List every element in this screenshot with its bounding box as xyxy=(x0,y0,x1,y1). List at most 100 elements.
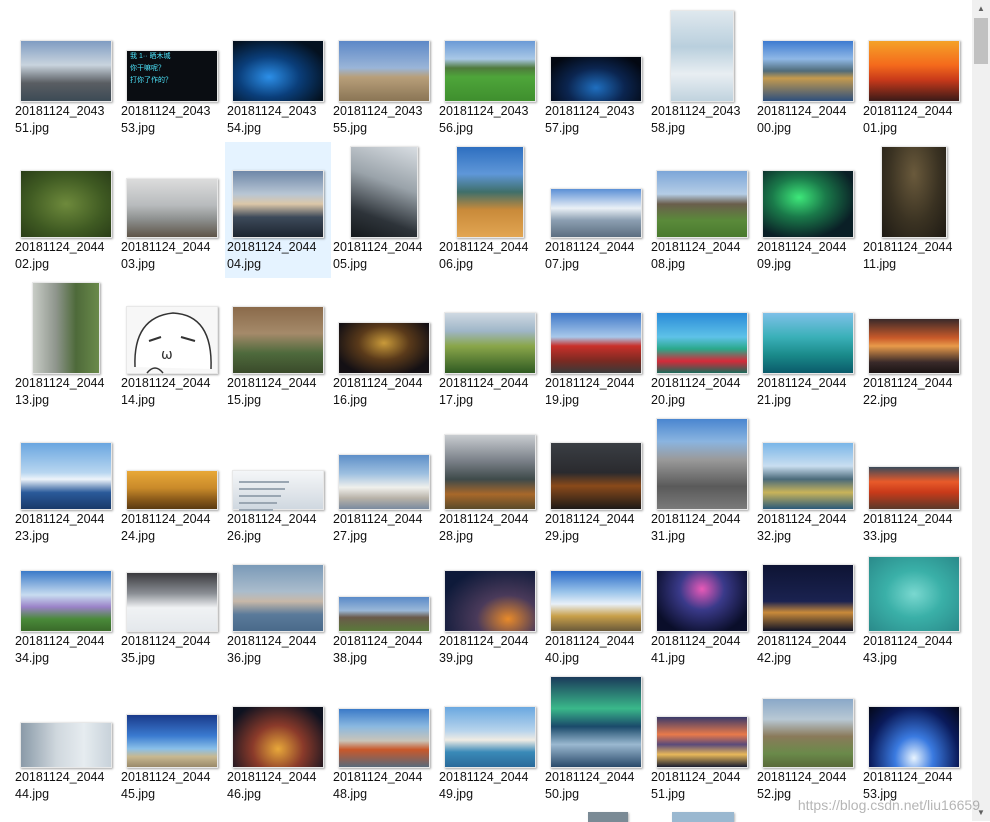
file-item[interactable]: 20181124_2044 02.jpg xyxy=(13,142,119,278)
file-item[interactable]: 20181124_2044 41.jpg xyxy=(649,536,755,672)
file-item[interactable]: 20181124_2044 21.jpg xyxy=(755,278,861,414)
file-name-line: 43.jpg xyxy=(863,651,898,665)
file-item[interactable]: 20181124_2044 23.jpg xyxy=(13,414,119,550)
file-item[interactable]: 20181124_2044 50.jpg xyxy=(543,672,649,808)
file-name: 20181124_2044 46.jpg xyxy=(227,769,329,803)
file-item[interactable]: 20181124_2044 19.jpg xyxy=(543,278,649,414)
file-item[interactable]: 20181124_2044 52.jpg xyxy=(755,672,861,808)
file-item[interactable]: 20181124_2043 57.jpg xyxy=(543,6,649,142)
file-name-line: 20181124_2044 xyxy=(651,376,741,390)
file-grid: 20181124_2043 51.jpg 我 1·· 晒木城 你干嘛呢？ 打你了作的？ 2… xyxy=(0,0,972,821)
file-name-line: 50.jpg xyxy=(545,787,580,801)
file-item[interactable]: 20181124_2044 03.jpg xyxy=(119,142,225,278)
file-name: 20181124_2044 21.jpg xyxy=(757,375,859,409)
thumbnail-frame xyxy=(444,414,536,510)
file-item[interactable]: 20181124_2044 08.jpg xyxy=(649,142,755,278)
thumbnail-image xyxy=(762,564,854,632)
file-item[interactable]: 20181124_2044 05.jpg xyxy=(331,142,437,278)
file-name-line: 05.jpg xyxy=(333,257,368,271)
thumbnail-image xyxy=(338,596,430,632)
file-item[interactable]: 20181124_2044 38.jpg xyxy=(331,536,437,672)
file-name: 20181124_2044 40.jpg xyxy=(545,633,647,667)
file-item[interactable]: 20181124_2044 36.jpg xyxy=(225,536,331,672)
file-item[interactable]: 20181124_2044 13.jpg xyxy=(13,278,119,414)
file-item[interactable]: 20181124_2044 16.jpg xyxy=(331,278,437,414)
file-item[interactable]: 我 1·· 晒木城 你干嘛呢？ 打你了作的？ 20181124_2043 53.jpg xyxy=(119,6,225,142)
file-item[interactable]: 20181124_2044 49.jpg xyxy=(437,672,543,808)
file-item[interactable]: 20181124_2044 00.jpg xyxy=(755,6,861,142)
file-name-line: 20181124_2043 xyxy=(227,104,317,118)
file-item[interactable]: 20181124_2044 31.jpg xyxy=(649,414,755,550)
file-item[interactable]: 20181124_2044 28.jpg xyxy=(437,414,543,550)
thumbnail-frame xyxy=(762,414,854,510)
file-item[interactable]: 20181124_2043 55.jpg xyxy=(331,6,437,142)
file-name-line: 34.jpg xyxy=(15,651,50,665)
thumbnail-image xyxy=(338,454,430,510)
scroll-up-arrow-icon[interactable]: ▲ xyxy=(972,0,990,17)
thumbnail-image xyxy=(126,178,218,238)
file-item[interactable]: 20181124_2044 51.jpg xyxy=(649,672,755,808)
file-item[interactable]: 20181124_2044 06.jpg xyxy=(437,142,543,278)
file-name-line: 11.jpg xyxy=(863,257,897,271)
file-item[interactable]: 20181124_2043 58.jpg xyxy=(649,6,755,142)
file-name: 20181124_2044 49.jpg xyxy=(439,769,541,803)
file-item[interactable]: 20181124_2044 53.jpg xyxy=(861,672,967,808)
file-item[interactable]: 20181124_2044 48.jpg xyxy=(331,672,437,808)
file-item[interactable]: 20181124_2044 45.jpg xyxy=(119,672,225,808)
file-item[interactable]: 20181124_2044 32.jpg xyxy=(755,414,861,550)
file-item[interactable]: 20181124_2044 24.jpg xyxy=(119,414,225,550)
vertical-scrollbar[interactable]: ▲ ▼ xyxy=(972,0,990,821)
file-name-line: 35.jpg xyxy=(121,651,156,665)
thumbnail-frame xyxy=(868,6,960,102)
thumbnail-image xyxy=(126,470,218,510)
file-item[interactable]: 20181124_2044 27.jpg xyxy=(331,414,437,550)
thumbnail-frame xyxy=(20,278,112,374)
thumbnail-image xyxy=(881,146,947,238)
file-name-line: 20181124_2043 xyxy=(15,104,105,118)
file-item[interactable]: 20181124_2044 40.jpg xyxy=(543,536,649,672)
thumbnail-image xyxy=(456,146,524,238)
file-name: 20181124_2044 17.jpg xyxy=(439,375,541,409)
thumbnail-image xyxy=(868,40,960,102)
file-item[interactable]: 20181124_2044 44.jpg xyxy=(13,672,119,808)
file-name-line: 20181124_2044 xyxy=(227,376,317,390)
file-item[interactable]: 20181124_2044 09.jpg xyxy=(755,142,861,278)
scroll-thumb[interactable] xyxy=(974,18,988,64)
file-item[interactable]: 20181124_2044 39.jpg xyxy=(437,536,543,672)
file-item[interactable]: 20181124_2044 34.jpg xyxy=(13,536,119,672)
file-item[interactable]: 20181124_2044 46.jpg xyxy=(225,672,331,808)
thumbnail-frame xyxy=(20,6,112,102)
file-name-line: 20181124_2044 xyxy=(651,512,741,526)
file-name: 20181124_2044 01.jpg xyxy=(863,103,965,137)
thumbnail-frame xyxy=(232,278,324,374)
file-item[interactable]: 20181124_2044 07.jpg xyxy=(543,142,649,278)
file-item[interactable]: 20181124_2044 11.jpg xyxy=(861,142,967,278)
file-name-line: 20181124_2044 xyxy=(757,376,847,390)
file-name-line: 20181124_2044 xyxy=(121,240,211,254)
file-name-line: 20181124_2044 xyxy=(863,512,953,526)
file-item[interactable]: 20181124_2044 04.jpg xyxy=(225,142,331,278)
file-item[interactable]: 20181124_2044 20.jpg xyxy=(649,278,755,414)
file-item[interactable]: 20181124_2044 43.jpg xyxy=(861,536,967,672)
file-item[interactable]: 20181124_2043 51.jpg xyxy=(13,6,119,142)
file-item[interactable]: 20181124_2044 33.jpg xyxy=(861,414,967,550)
thumbnail-frame xyxy=(338,414,430,510)
file-item[interactable]: 20181124_2044 35.jpg xyxy=(119,536,225,672)
file-item[interactable]: 20181124_2044 22.jpg xyxy=(861,278,967,414)
file-name-line: 20181124_2044 xyxy=(651,240,741,254)
file-name: 20181124_2044 20.jpg xyxy=(651,375,753,409)
thumbnail-frame xyxy=(656,142,748,238)
file-item[interactable]: 20181124_2043 56.jpg xyxy=(437,6,543,142)
file-item[interactable]: 20181124_2044 01.jpg xyxy=(861,6,967,142)
file-item[interactable]: 20181124_2044 17.jpg xyxy=(437,278,543,414)
file-name-line: 20181124_2044 xyxy=(439,770,529,784)
file-item[interactable]: 20181124_2044 42.jpg xyxy=(755,536,861,672)
file-item[interactable]: 20181124_2044 15.jpg xyxy=(225,278,331,414)
file-item[interactable]: 20181124_2044 29.jpg xyxy=(543,414,649,550)
file-item[interactable]: 20181124_2043 54.jpg xyxy=(225,6,331,142)
file-item[interactable]: ω 20181124_2044 14.jpg xyxy=(119,278,225,414)
thumbnail-frame xyxy=(126,536,218,632)
thumbnail-frame xyxy=(868,414,960,510)
file-item[interactable]: 20181124_2044 26.jpg xyxy=(225,414,331,550)
file-name: 20181124_2044 07.jpg xyxy=(545,239,647,273)
